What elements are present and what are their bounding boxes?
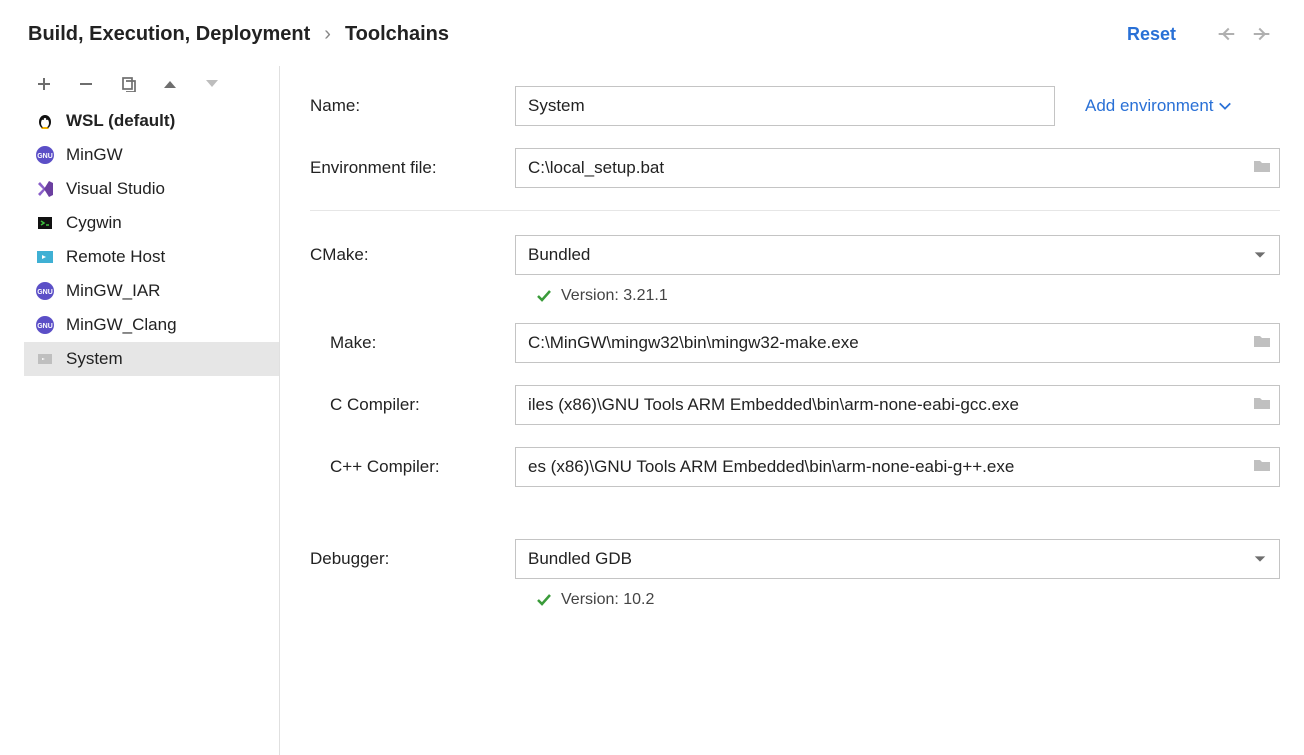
toolchain-item-mingw-clang[interactable]: GNU MinGW_Clang [24,308,279,342]
debugger-status: Version: 10.2 [535,591,1280,609]
copy-button[interactable] [118,74,138,94]
browse-c-compiler-button[interactable] [1252,395,1272,415]
name-label: Name: [310,96,515,116]
chevron-down-icon [1218,99,1232,113]
cmake-version-text: Version: 3.21.1 [561,287,668,305]
remote-icon [34,246,56,268]
detail-panel: Name: Add environment Environment file: … [280,66,1304,755]
make-input[interactable] [515,323,1280,363]
check-icon [535,287,553,305]
toolchain-item-visual-studio[interactable]: Visual Studio [24,172,279,206]
svg-text:GNU: GNU [37,289,53,296]
svg-text:GNU: GNU [37,153,53,160]
divider [310,210,1280,211]
toolchain-item-label: Cygwin [66,213,122,233]
move-up-button[interactable] [160,74,180,94]
gnu-icon: GNU [34,144,56,166]
move-down-button[interactable] [202,74,222,94]
debugger-select[interactable]: Bundled GDB [515,539,1280,579]
chevron-right-icon: › [324,23,331,46]
remove-button[interactable] [76,74,96,94]
env-file-input[interactable] [515,148,1280,188]
toolchain-list: WSL (default) GNU MinGW Visual Studio Cygwin… [24,104,279,376]
gnu-icon: GNU [34,280,56,302]
toolbar [24,66,279,104]
browse-env-file-button[interactable] [1252,158,1272,178]
sidebar: WSL (default) GNU MinGW Visual Studio Cygwin… [0,66,280,755]
gnu-icon: GNU [34,314,56,336]
toolchain-item-cygwin[interactable]: Cygwin [24,206,279,240]
toolchain-item-label: Remote Host [66,247,165,267]
toolchain-item-label: MinGW [66,145,123,165]
nav-forward-button[interactable] [1248,20,1276,48]
toolchain-item-label: MinGW_IAR [66,281,160,301]
debugger-label: Debugger: [310,549,515,569]
add-button[interactable] [34,74,54,94]
chevron-down-icon [1253,249,1267,261]
browse-cpp-compiler-button[interactable] [1252,457,1272,477]
add-environment-label: Add environment [1085,96,1214,116]
check-icon [535,591,553,609]
breadcrumb-page: Toolchains [345,23,449,46]
toolchain-item-label: WSL (default) [66,111,175,131]
cygwin-icon [34,212,56,234]
system-icon [34,348,56,370]
cpp-compiler-input[interactable] [515,447,1280,487]
chevron-down-icon [1253,553,1267,565]
cmake-value: Bundled [528,245,590,265]
toolchain-item-remote-host[interactable]: Remote Host [24,240,279,274]
nav-back-button[interactable] [1212,20,1240,48]
svg-text:GNU: GNU [37,323,53,330]
toolchain-item-label: System [66,349,123,369]
c-compiler-input[interactable] [515,385,1280,425]
cpp-compiler-label: C++ Compiler: [310,457,515,477]
toolchain-item-mingw-iar[interactable]: GNU MinGW_IAR [24,274,279,308]
debugger-version-text: Version: 10.2 [561,591,654,609]
vs-icon [34,178,56,200]
add-environment-link[interactable]: Add environment [1085,96,1232,116]
browse-make-button[interactable] [1252,333,1272,353]
toolchain-item-label: Visual Studio [66,179,165,199]
reset-button[interactable]: Reset [1127,24,1176,45]
toolchain-item-mingw[interactable]: GNU MinGW [24,138,279,172]
cmake-status: Version: 3.21.1 [535,287,1280,305]
header: Build, Execution, Deployment › Toolchain… [0,0,1304,66]
make-label: Make: [310,333,515,353]
env-file-label: Environment file: [310,158,515,178]
breadcrumb-section[interactable]: Build, Execution, Deployment [28,23,310,46]
toolchain-item-system[interactable]: System [24,342,279,376]
c-compiler-label: C Compiler: [310,395,515,415]
cmake-select[interactable]: Bundled [515,235,1280,275]
toolchain-item-wsl-default-[interactable]: WSL (default) [24,104,279,138]
debugger-value: Bundled GDB [528,549,632,569]
linux-icon [34,110,56,132]
name-input[interactable] [515,86,1055,126]
cmake-label: CMake: [310,245,515,265]
breadcrumb: Build, Execution, Deployment › Toolchain… [28,23,1127,46]
toolchain-item-label: MinGW_Clang [66,315,177,335]
